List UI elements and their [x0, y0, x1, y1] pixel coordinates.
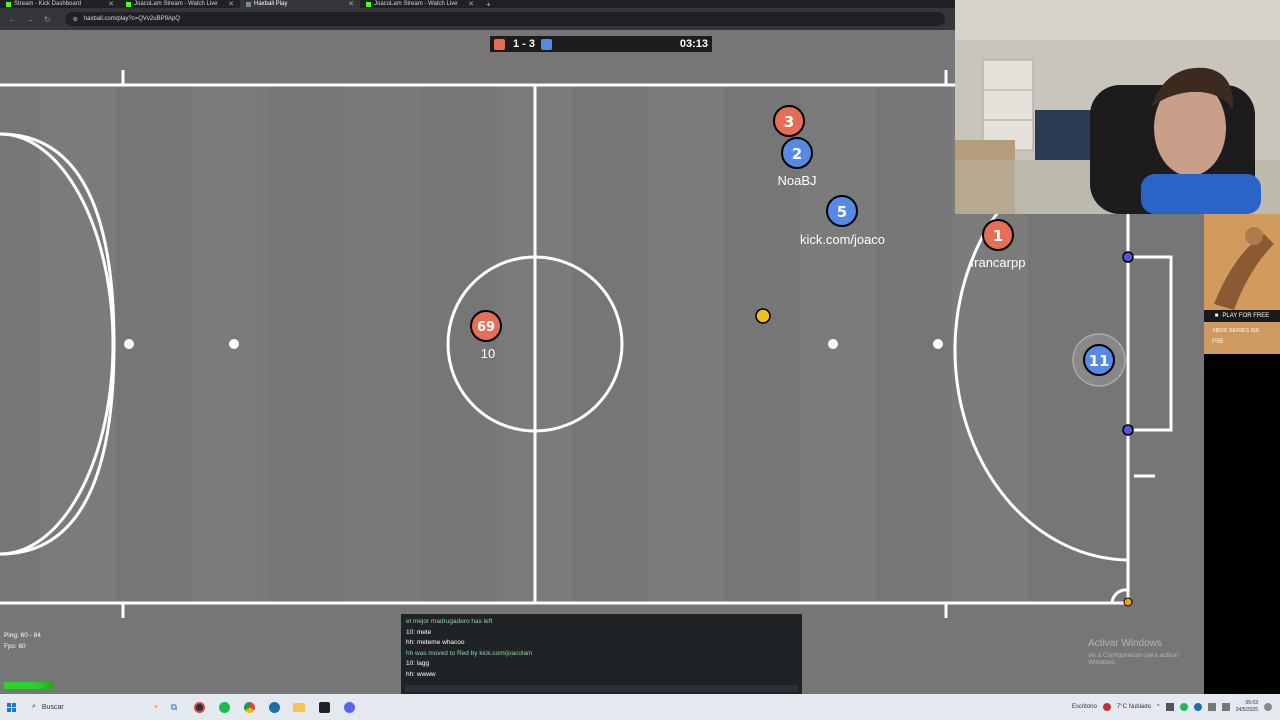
ad-play-label: PLAY FOR FREE: [1222, 313, 1270, 319]
tab-close-icon[interactable]: ✕: [348, 0, 354, 8]
clock-date: 24/5/2025: [1235, 707, 1258, 713]
task-view-icon[interactable]: ⧉: [164, 697, 184, 717]
start-button[interactable]: [0, 702, 22, 712]
player-number: 5: [837, 203, 847, 221]
tab-close-icon[interactable]: ✕: [108, 0, 114, 8]
kick-favicon-icon: [126, 1, 131, 7]
search-icon: ⌕: [32, 703, 36, 710]
player-number: 11: [1089, 352, 1110, 370]
obs-app-icon[interactable]: [189, 697, 209, 717]
chevron-up-icon[interactable]: ^: [1157, 704, 1160, 710]
clock-time: 05:03: [1245, 700, 1258, 706]
player-name: NoaBJ: [777, 173, 816, 188]
screen: Stream - Kick Dashboard ✕ JoacoLam Strea…: [0, 0, 1280, 720]
player-blue-11: 11: [1072, 333, 1126, 387]
ad-ps5-label: PS5: [1212, 339, 1224, 345]
player-number: 1: [993, 227, 1003, 245]
browser-tab[interactable]: JoacoLam Stream - Watch Live ✕: [120, 0, 240, 8]
discord-app-icon[interactable]: [339, 697, 359, 717]
browser-tab[interactable]: JoacoLam Stream - Watch Live ✕: [360, 0, 480, 8]
chat-message: hh: meteme whacoo: [406, 639, 465, 646]
tab-close-icon[interactable]: ✕: [228, 0, 234, 8]
notifications-bell-icon[interactable]: [1264, 703, 1272, 711]
steam-app-icon[interactable]: [264, 697, 284, 717]
forward-arrow-icon[interactable]: →: [26, 15, 34, 24]
tray-app-icon[interactable]: [1165, 703, 1174, 711]
back-arrow-icon[interactable]: ←: [8, 15, 16, 24]
tray-spotify-icon[interactable]: [1179, 703, 1188, 711]
url-text: haxball.com/play?c=QVv2uBP9ApQ: [83, 16, 180, 22]
windows-taskbar: ⌕ Buscar ✦ ⧉ Escritorio 7°C Nublado ^ 05…: [0, 694, 1280, 720]
notification-icon[interactable]: [1102, 703, 1111, 711]
ball: [755, 308, 771, 324]
taskbar-clock[interactable]: 05:03 24/5/2025: [1236, 700, 1258, 714]
player-name: francarpp: [971, 255, 1026, 270]
windows-activation-watermark: Activar Windows Ve a Configuración para …: [1088, 638, 1204, 666]
ping-readout: Ping: 60 - 84: [4, 632, 41, 639]
chrome-app-icon[interactable]: [239, 697, 259, 717]
search-placeholder: Buscar: [41, 703, 64, 711]
fps-readout: Fps: 60: [4, 643, 26, 650]
chat-message: hh: wwww: [406, 670, 436, 678]
player-red-3: 3: [773, 105, 805, 137]
browser-tab[interactable]: Stream - Kick Dashboard ✕: [0, 0, 120, 8]
terminal-app-icon[interactable]: [314, 697, 334, 717]
player-number: 2: [792, 145, 802, 163]
volume-icon[interactable]: [1221, 703, 1230, 711]
webcam-image: [955, 0, 1280, 214]
match-timer: 03:13: [679, 38, 708, 50]
chat-message: 10: lagg: [406, 660, 430, 667]
score: 1 - 3: [513, 38, 536, 50]
webcam-overlay: [955, 0, 1280, 214]
side-advertisement[interactable]: ■ PLAY FOR FREE XBOX SERIES X|S PS5: [1204, 214, 1280, 354]
fps-graph: [4, 682, 54, 689]
copilot-icon[interactable]: ✦: [153, 703, 159, 711]
side-panel-empty: [1204, 354, 1280, 694]
player-name: 10: [481, 346, 495, 361]
tab-close-icon[interactable]: ✕: [468, 0, 474, 8]
kick-favicon-icon: [366, 1, 371, 7]
tab-label: Haxball Play: [254, 1, 288, 7]
chat-message: hh was moved to Red by kick.com/joacolam: [406, 649, 533, 657]
tab-label: JoacoLam Stream - Watch Live: [374, 1, 458, 7]
address-bar-row: ← → ↻ ⊜ haxball.com/play?c=QVv2uBP9ApQ: [0, 8, 955, 30]
tab-label: Stream - Kick Dashboard: [14, 1, 82, 7]
windows-store-icon: ■: [1214, 313, 1219, 319]
tab-label: JoacoLam Stream - Watch Live: [134, 1, 218, 7]
browser-tab-strip: Stream - Kick Dashboard ✕ JoacoLam Strea…: [0, 0, 955, 9]
kick-favicon-icon: [6, 1, 11, 7]
scoreboard: 1 - 3 03:13: [490, 36, 712, 52]
taskbar-search[interactable]: ⌕ Buscar ✦: [24, 698, 159, 716]
ad-artwork: [1204, 214, 1280, 310]
watermark-title: Activar Windows: [1088, 638, 1162, 649]
system-tray: Escritorio 7°C Nublado ^ 05:03 24/5/2025: [1072, 700, 1280, 714]
player-name: kick.com/joaco: [800, 232, 885, 247]
watermark-subtitle: Ve a Configuración para activar Windows.: [1088, 652, 1179, 666]
file-explorer-icon[interactable]: [289, 697, 309, 717]
net-stats: Ping: 60 - 84 Fps: 60: [0, 630, 60, 690]
chat-box: el mejor madrugadero has left 10: mete h…: [401, 614, 802, 694]
haxball-favicon-icon: [246, 1, 251, 7]
desktop-label[interactable]: Escritorio: [1072, 704, 1097, 710]
spotify-app-icon[interactable]: [214, 697, 234, 717]
player-number: 3: [784, 113, 794, 131]
red-team-icon: [494, 38, 505, 50]
reload-icon[interactable]: ↻: [44, 15, 51, 24]
chat-message: el mejor madrugadero has left: [406, 618, 493, 625]
player-number: 69: [477, 320, 495, 335]
ad-xbox-label: XBOX SERIES X|S: [1212, 328, 1260, 334]
chat-message: 10: mete: [406, 628, 432, 636]
site-info-icon[interactable]: ⊜: [73, 16, 78, 23]
weather-readout[interactable]: 7°C Nublado: [1117, 704, 1151, 710]
tray-steam-icon[interactable]: [1193, 703, 1202, 711]
wifi-icon[interactable]: [1207, 703, 1216, 711]
ad-play-button[interactable]: ■ PLAY FOR FREE: [1204, 310, 1280, 322]
windows-logo-icon: [6, 702, 16, 712]
url-field[interactable]: ⊜ haxball.com/play?c=QVv2uBP9ApQ: [64, 12, 945, 26]
chat-input[interactable]: [405, 685, 798, 692]
blue-team-icon: [541, 38, 553, 50]
browser-tab-active[interactable]: Haxball Play ✕: [240, 0, 360, 8]
